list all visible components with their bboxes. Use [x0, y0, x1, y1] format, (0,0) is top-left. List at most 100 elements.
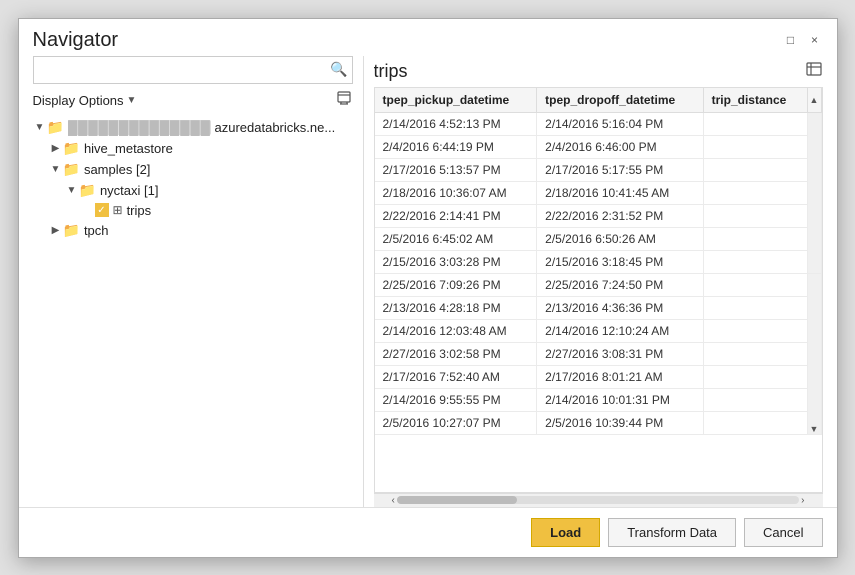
table-cell: 2/5/2016 10:39:44 PM [537, 411, 703, 434]
display-options-chevron: ▼ [127, 95, 137, 106]
table-row: 2/15/2016 3:03:28 PM2/15/2016 3:18:45 PM [375, 250, 822, 273]
search-input[interactable] [38, 62, 331, 77]
tree-label-root: ██████████████ azuredatabricks.ne... [68, 120, 335, 135]
table-cell [703, 365, 807, 388]
table-row: 2/17/2016 7:52:40 AM2/17/2016 8:01:21 AM [375, 365, 822, 388]
table-cell [703, 342, 807, 365]
horizontal-scrollbar[interactable]: ‹ › [374, 493, 823, 507]
table-row: 2/5/2016 10:27:07 PM2/5/2016 10:39:44 PM [375, 411, 822, 434]
table-cell: 2/15/2016 3:03:28 PM [375, 250, 537, 273]
table-cell [703, 227, 807, 250]
folder-icon-tpch: 📁 [63, 222, 80, 239]
tree-item-samples[interactable]: ▼📁 samples [2] [33, 159, 353, 180]
cancel-button[interactable]: Cancel [744, 518, 822, 547]
scroll-up-arrow[interactable]: ▲ [807, 88, 821, 113]
tree-area: ▼📁██████████████ azuredatabricks.ne...▶📁… [33, 117, 353, 499]
table-cell: 2/5/2016 10:27:07 PM [375, 411, 537, 434]
refresh-button[interactable] [337, 90, 353, 111]
table-row: 2/25/2016 7:09:26 PM2/25/2016 7:24:50 PM… [375, 273, 822, 296]
title-bar-controls: □ × [783, 32, 823, 48]
table-row: 2/5/2016 6:45:02 AM2/5/2016 6:50:26 AM [375, 227, 822, 250]
tree-label-samples: samples [2] [84, 162, 150, 177]
load-button[interactable]: Load [531, 518, 600, 547]
table-cell: 2/27/2016 3:08:31 PM [537, 342, 703, 365]
table-cell [703, 296, 807, 319]
table-icon-trips: ⊞ [113, 203, 123, 217]
tree-item-root[interactable]: ▼📁 ██████████████ azuredatabricks.ne... [33, 117, 353, 138]
tree-toggle-nyctaxi[interactable]: ▼ [65, 185, 79, 196]
tree-item-tpch[interactable]: ▶📁tpch [33, 220, 353, 241]
scrollbar-track [397, 496, 799, 504]
title-bar: Navigator □ × [19, 19, 837, 56]
tree-item-nyctaxi[interactable]: ▼📁nyctaxi [1] [33, 180, 353, 201]
checkbox-trips[interactable]: ✓ [95, 203, 109, 217]
tree-toggle-samples[interactable]: ▼ [49, 164, 63, 175]
dialog-title: Navigator [33, 29, 119, 52]
table-row: 2/14/2016 4:52:13 PM2/14/2016 5:16:04 PM [375, 112, 822, 135]
table-cell [703, 388, 807, 411]
table-cell [703, 273, 807, 296]
display-options-row: Display Options ▼ [33, 90, 353, 111]
table-row: 2/13/2016 4:28:18 PM2/13/2016 4:36:36 PM [375, 296, 822, 319]
table-cell [703, 411, 807, 434]
table-cell: 2/27/2016 3:02:58 PM [375, 342, 537, 365]
table-cell: 2/4/2016 6:44:19 PM [375, 135, 537, 158]
panel-divider [363, 56, 364, 507]
tree-item-trips[interactable]: ✓ ⊞ trips [33, 201, 353, 220]
table-cell [703, 181, 807, 204]
display-options-dropdown[interactable]: Display Options ▼ [33, 93, 137, 108]
tree-label-trips: trips [127, 203, 152, 218]
preview-header: trips [374, 56, 823, 87]
table-row: 2/4/2016 6:44:19 PM2/4/2016 6:46:00 PM [375, 135, 822, 158]
table-cell: 2/25/2016 7:24:50 PM [537, 273, 703, 296]
table-row: 2/27/2016 3:02:58 PM2/27/2016 3:08:31 PM [375, 342, 822, 365]
preview-title: trips [374, 61, 408, 82]
tree-item-hive_metastore[interactable]: ▶📁 hive_metastore [33, 138, 353, 159]
col-header-trip-distance: trip_distance [703, 88, 807, 113]
scroll-down-arrow[interactable]: ▼ [807, 273, 821, 434]
table-row: 2/17/2016 5:13:57 PM2/17/2016 5:17:55 PM [375, 158, 822, 181]
table-cell: 2/22/2016 2:31:52 PM [537, 204, 703, 227]
scrollbar-thumb[interactable] [397, 496, 517, 504]
table-cell: 2/14/2016 12:10:24 AM [537, 319, 703, 342]
content-area: 🔍 Display Options ▼ [19, 56, 837, 507]
table-cell: 2/17/2016 5:13:57 PM [375, 158, 537, 181]
folder-icon-root: 📁 [47, 119, 64, 136]
folder-icon-samples: 📁 [63, 161, 80, 178]
table-cell [703, 250, 807, 273]
table-cell: 2/5/2016 6:50:26 AM [537, 227, 703, 250]
table-cell: 2/15/2016 3:18:45 PM [537, 250, 703, 273]
table-cell: 2/17/2016 5:17:55 PM [537, 158, 703, 181]
folder-icon-hive_metastore: 📁 [63, 140, 80, 157]
tree-label-hive_metastore: hive_metastore [84, 141, 173, 156]
table-cell: 2/18/2016 10:36:07 AM [375, 181, 537, 204]
search-button[interactable]: 🔍 [330, 61, 347, 78]
table-cell: 2/5/2016 6:45:02 AM [375, 227, 537, 250]
display-options-label: Display Options [33, 93, 124, 108]
table-cell: 2/13/2016 4:36:36 PM [537, 296, 703, 319]
scroll-right-arrow[interactable]: › [799, 495, 806, 506]
table-cell: 2/14/2016 4:52:13 PM [375, 112, 537, 135]
table-cell [703, 204, 807, 227]
col-header-tpep-dropoff-datetime: tpep_dropoff_datetime [537, 88, 703, 113]
tree-label-nyctaxi: nyctaxi [1] [100, 183, 159, 198]
table-cell: 2/14/2016 12:03:48 AM [375, 319, 537, 342]
preview-icon-button[interactable] [805, 60, 823, 83]
close-button[interactable]: × [807, 32, 823, 48]
table-cell: 2/13/2016 4:28:18 PM [375, 296, 537, 319]
data-preview-table-wrapper: tpep_pickup_datetimetpep_dropoff_datetim… [374, 87, 823, 493]
col-header-tpep-pickup-datetime: tpep_pickup_datetime [375, 88, 537, 113]
transform-data-button[interactable]: Transform Data [608, 518, 736, 547]
footer: Load Transform Data Cancel [19, 507, 837, 557]
tree-toggle-tpch[interactable]: ▶ [49, 225, 63, 236]
table-cell: 2/25/2016 7:09:26 PM [375, 273, 537, 296]
tree-toggle-hive_metastore[interactable]: ▶ [49, 143, 63, 154]
table-row: 2/18/2016 10:36:07 AM2/18/2016 10:41:45 … [375, 181, 822, 204]
table-cell: 2/18/2016 10:41:45 AM [537, 181, 703, 204]
scroll-left-arrow[interactable]: ‹ [390, 495, 397, 506]
table-row: 2/14/2016 12:03:48 AM2/14/2016 12:10:24 … [375, 319, 822, 342]
minimize-button[interactable]: □ [783, 32, 799, 48]
tree-toggle-root[interactable]: ▼ [33, 122, 47, 133]
vertical-scrollbar[interactable] [807, 112, 821, 273]
table-cell: 2/14/2016 9:55:55 PM [375, 388, 537, 411]
